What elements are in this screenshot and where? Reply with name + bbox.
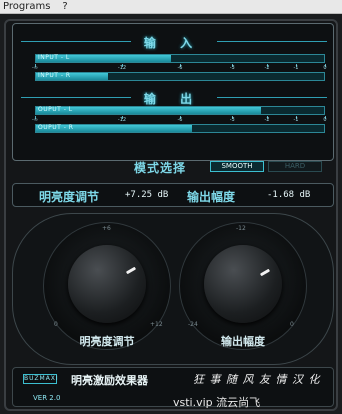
- divider: [217, 41, 327, 42]
- knob-scale-max: 0: [290, 321, 294, 328]
- divider: [21, 41, 131, 42]
- output-knob-well: -12 -24 0 输出幅度: [179, 222, 307, 350]
- knob-scale-top: -12: [236, 225, 246, 232]
- scale-label: -6: [177, 65, 183, 71]
- scale-label: -3: [229, 117, 235, 123]
- scale-label: 0: [323, 65, 327, 71]
- brightness-knob-well: +6 0 +12 明亮度调节: [43, 222, 171, 350]
- meter-label: OUPUT - R: [38, 124, 74, 131]
- divider: [217, 97, 327, 98]
- scale-label: -12: [117, 65, 127, 71]
- scale-label: -2: [264, 65, 270, 71]
- watermark: vsti.vip 流云尚飞: [173, 396, 261, 409]
- knob-section: +6 0 +12 明亮度调节 -12 -24 0 输出幅度: [12, 213, 334, 365]
- output-readout-value: -1.68 dB: [267, 190, 311, 200]
- hard-mode-button[interactable]: HARD: [268, 161, 322, 172]
- knob-scale-max: +12: [150, 321, 163, 328]
- meter-label: OUPUT - L: [38, 106, 73, 113]
- output-right-meter: OUPUT - R: [35, 124, 325, 133]
- menu-bar: Programs ?: [0, 0, 342, 14]
- scale-label: -1: [293, 65, 299, 71]
- knob-scale-min: 0: [54, 321, 58, 328]
- brightness-readout-label: 明亮度调节: [39, 190, 100, 204]
- output-knob[interactable]: [204, 245, 282, 323]
- input-right-meter: INPUT - R: [35, 72, 325, 81]
- scale-label: -∞: [32, 117, 38, 123]
- knob-scale-top: +6: [102, 225, 111, 232]
- scale-label: -3: [229, 65, 235, 71]
- output-heading: 输 出: [143, 92, 203, 106]
- localization-credit: 狂 事 随 风 友 情 汉 化: [193, 373, 321, 386]
- meter-label: INPUT - R: [38, 72, 71, 79]
- input-heading: 输 入: [143, 36, 203, 50]
- knob-scale-min: -24: [188, 321, 198, 328]
- scale-label: -∞: [32, 65, 38, 71]
- menu-programs[interactable]: Programs: [3, 1, 50, 12]
- menu-help[interactable]: ?: [62, 1, 67, 12]
- meter-section: 输 入 INPUT - L -∞ -12 -6 -3 -2 -1 0 INPUT - R 输…: [12, 23, 334, 161]
- knob-indicator: [125, 266, 137, 275]
- brightness-knob[interactable]: [68, 245, 146, 323]
- plugin-panel: 输 入 INPUT - L -∞ -12 -6 -3 -2 -1 0 INPUT - R 输…: [4, 19, 338, 411]
- product-title: 明亮激励效果器: [71, 374, 148, 387]
- output-readout-label: 输出幅度: [187, 190, 236, 204]
- brand-logo: BUZMAXI: [23, 374, 59, 384]
- input-left-meter: INPUT - L: [35, 54, 325, 63]
- output-knob-label: 输出幅度: [221, 335, 265, 348]
- knob-indicator: [259, 268, 271, 277]
- meter-label: INPUT - L: [38, 54, 70, 61]
- smooth-mode-button[interactable]: SMOOTH: [210, 161, 264, 172]
- scale-label: -1: [293, 117, 299, 123]
- scale-label: -6: [177, 117, 183, 123]
- footer: BUZMAXI 明亮激励效果器 狂 事 随 风 友 情 汉 化 VER 2.0 …: [12, 367, 334, 409]
- scale-label: 0: [323, 117, 327, 123]
- divider: [21, 97, 131, 98]
- scale-label: -12: [117, 117, 127, 123]
- scale-label: -2: [264, 117, 270, 123]
- value-readout: 明亮度调节 +7.25 dB 输出幅度 -1.68 dB: [12, 183, 334, 207]
- brightness-readout-value: +7.25 dB: [125, 190, 169, 200]
- mode-label: 模式选择: [134, 161, 187, 175]
- brightness-knob-label: 明亮度调节: [79, 335, 135, 348]
- version-label: VER 2.0: [33, 394, 61, 402]
- output-left-meter: OUPUT - L: [35, 106, 325, 115]
